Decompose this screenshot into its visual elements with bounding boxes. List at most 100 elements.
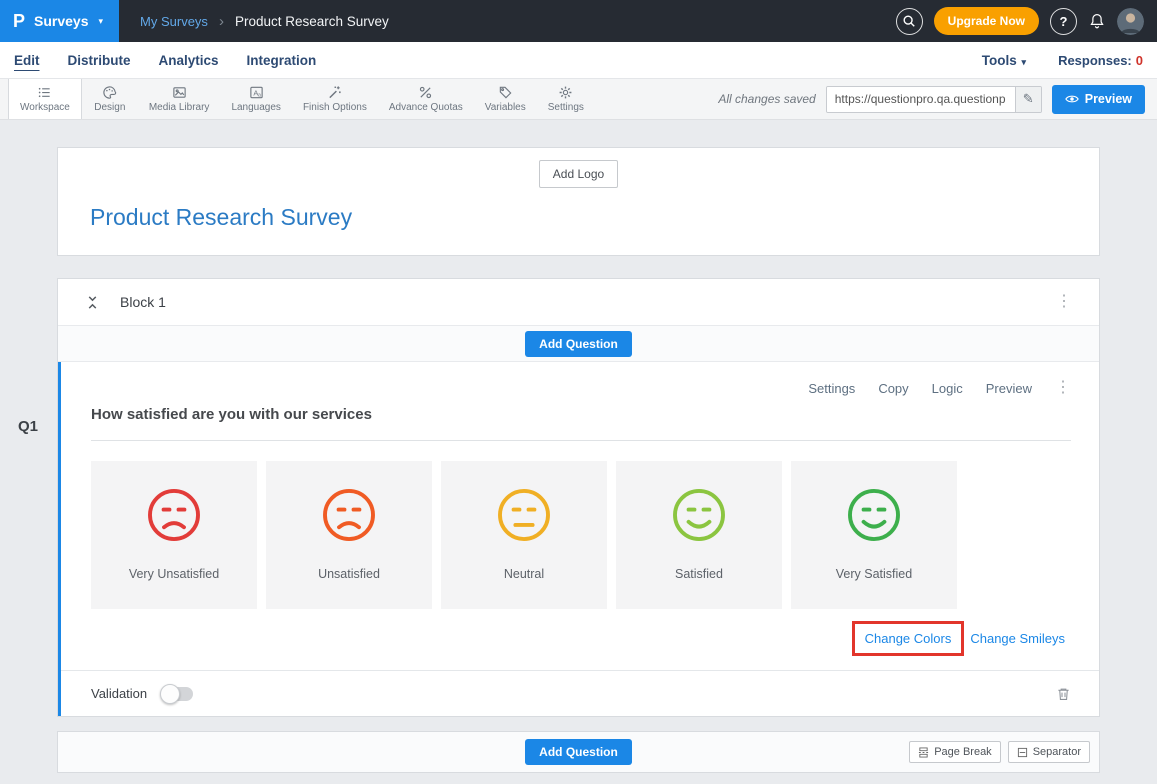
search-icon — [902, 14, 916, 28]
quotas-percent-icon — [418, 85, 433, 100]
chevron-down-icon: ▾ — [99, 16, 104, 27]
gear-icon — [558, 85, 573, 100]
tab-integration[interactable]: Integration — [247, 53, 317, 68]
page-break-button[interactable]: Page Break — [909, 741, 1000, 763]
editor-toolbar: Workspace Design Media Library Aa Langua… — [0, 79, 1157, 120]
validation-label: Validation — [91, 686, 147, 701]
preview-button[interactable]: Preview — [1052, 85, 1145, 114]
section-tabs: Edit Distribute Analytics Integration To… — [0, 42, 1157, 79]
toolbar-item-finish-options[interactable]: Finish Options — [292, 79, 378, 119]
notifications-button[interactable] — [1088, 12, 1106, 30]
collapse-block-icon[interactable] — [85, 295, 100, 310]
tab-edit[interactable]: Edit — [14, 53, 40, 68]
add-logo-wrap: Add Logo — [58, 160, 1099, 188]
validation-toggle[interactable] — [161, 687, 193, 701]
option-label: Neutral — [504, 567, 544, 581]
survey-header-card: Add Logo Product Research Survey — [57, 147, 1100, 256]
survey-url-input[interactable] — [827, 87, 1015, 112]
toolbar-label: Variables — [485, 102, 526, 113]
separator-button[interactable]: Separator — [1008, 741, 1090, 763]
option-label: Satisfied — [675, 567, 723, 581]
pencil-icon: ✎ — [1023, 91, 1034, 107]
toolbar-label: Workspace — [20, 102, 70, 113]
upgrade-now-button[interactable]: Upgrade Now — [934, 7, 1039, 35]
bell-icon — [1088, 12, 1106, 30]
toolbar-item-design[interactable]: Design — [82, 79, 138, 119]
tabs-right: Tools ▾ Responses:0 — [982, 53, 1143, 68]
toolbar-label: Languages — [231, 102, 281, 113]
breadcrumb-my-surveys[interactable]: My Surveys — [140, 14, 208, 29]
edit-url-button[interactable]: ✎ — [1015, 87, 1041, 112]
block-menu-kebab-icon[interactable]: ⋮ — [1056, 294, 1072, 310]
smiley-very-sad-icon — [145, 486, 203, 544]
add-logo-button[interactable]: Add Logo — [539, 160, 618, 188]
validation-row: Validation — [61, 670, 1099, 716]
question-copy-link[interactable]: Copy — [878, 381, 908, 396]
question-settings-link[interactable]: Settings — [808, 381, 855, 396]
image-icon — [172, 85, 187, 100]
delete-question-button[interactable] — [1056, 686, 1071, 702]
smiley-neutral-icon — [495, 486, 553, 544]
survey-url-box: ✎ — [826, 86, 1042, 113]
tools-menu[interactable]: Tools ▾ — [982, 53, 1026, 68]
breadcrumb: My Surveys › Product Research Survey — [140, 13, 389, 30]
trash-icon — [1056, 686, 1071, 702]
user-avatar[interactable] — [1117, 8, 1144, 35]
workspace-icon — [37, 85, 52, 100]
languages-icon: Aa — [249, 85, 264, 100]
add-question-button-top[interactable]: Add Question — [525, 331, 632, 357]
option-very-unsatisfied[interactable]: Very Unsatisfied — [91, 461, 257, 609]
page-break-label: Page Break — [934, 746, 991, 758]
preview-label: Preview — [1085, 92, 1132, 106]
top-navbar: P Surveys ▾ My Surveys › Product Researc… — [0, 0, 1157, 42]
question-inner: Settings Copy Logic Preview ⋮ How satisf… — [61, 362, 1099, 656]
brand-label: Surveys — [34, 13, 88, 29]
toolbar-label: Settings — [548, 102, 584, 113]
tools-label: Tools — [982, 53, 1017, 68]
smiley-happy-icon — [670, 486, 728, 544]
magic-wand-icon — [327, 85, 342, 100]
change-colors-link[interactable]: Change Colors — [852, 621, 965, 656]
question-preview-link[interactable]: Preview — [986, 381, 1032, 396]
option-unsatisfied[interactable]: Unsatisfied — [266, 461, 432, 609]
question-id: Q1 — [18, 418, 38, 435]
option-neutral[interactable]: Neutral — [441, 461, 607, 609]
separator-icon — [1017, 747, 1028, 758]
separator-label: Separator — [1033, 746, 1081, 758]
question-mark-icon: ? — [1060, 14, 1068, 29]
toggle-knob — [160, 684, 180, 704]
question-text[interactable]: How satisfied are you with our services — [91, 406, 1071, 441]
smiley-options: Very Unsatisfied Unsatisfied — [91, 461, 1071, 609]
question-actions: Settings Copy Logic Preview ⋮ — [91, 380, 1071, 396]
smiley-links-row: Change Colors Change Smileys — [91, 621, 1065, 656]
add-question-button-bottom[interactable]: Add Question — [525, 739, 632, 765]
toolbar-item-settings[interactable]: Settings — [537, 79, 595, 119]
tag-icon — [498, 85, 513, 100]
toolbar-item-workspace[interactable]: Workspace — [8, 79, 82, 119]
block-name[interactable]: Block 1 — [120, 294, 166, 310]
option-label: Very Satisfied — [836, 567, 912, 581]
avatar-photo — [1117, 8, 1144, 35]
help-button[interactable]: ? — [1050, 8, 1077, 35]
smiley-sad-icon — [320, 486, 378, 544]
question-logic-link[interactable]: Logic — [932, 381, 963, 396]
change-smileys-link[interactable]: Change Smileys — [970, 631, 1065, 646]
survey-title[interactable]: Product Research Survey — [90, 204, 1099, 231]
toolbar-item-media-library[interactable]: Media Library — [138, 79, 221, 119]
search-button[interactable] — [896, 8, 923, 35]
chevron-down-icon: ▾ — [1022, 57, 1027, 67]
option-very-satisfied[interactable]: Very Satisfied — [791, 461, 957, 609]
question-menu-kebab-icon[interactable]: ⋮ — [1055, 380, 1071, 396]
toolbar-item-languages[interactable]: Aa Languages — [220, 79, 292, 119]
toolbar-right: All changes saved ✎ Preview — [718, 79, 1157, 119]
option-satisfied[interactable]: Satisfied — [616, 461, 782, 609]
toolbar-item-advance-quotas[interactable]: Advance Quotas — [378, 79, 474, 119]
navbar-actions: Upgrade Now ? — [896, 7, 1157, 35]
app-brand-menu[interactable]: P Surveys ▾ — [0, 0, 119, 42]
block-header: Block 1 ⋮ — [58, 279, 1099, 326]
option-label: Very Unsatisfied — [129, 567, 219, 581]
question-block: Q1 Settings Copy Logic Preview ⋮ How sat… — [58, 362, 1099, 716]
toolbar-item-variables[interactable]: Variables — [474, 79, 537, 119]
tab-distribute[interactable]: Distribute — [68, 53, 131, 68]
tab-analytics[interactable]: Analytics — [159, 53, 219, 68]
